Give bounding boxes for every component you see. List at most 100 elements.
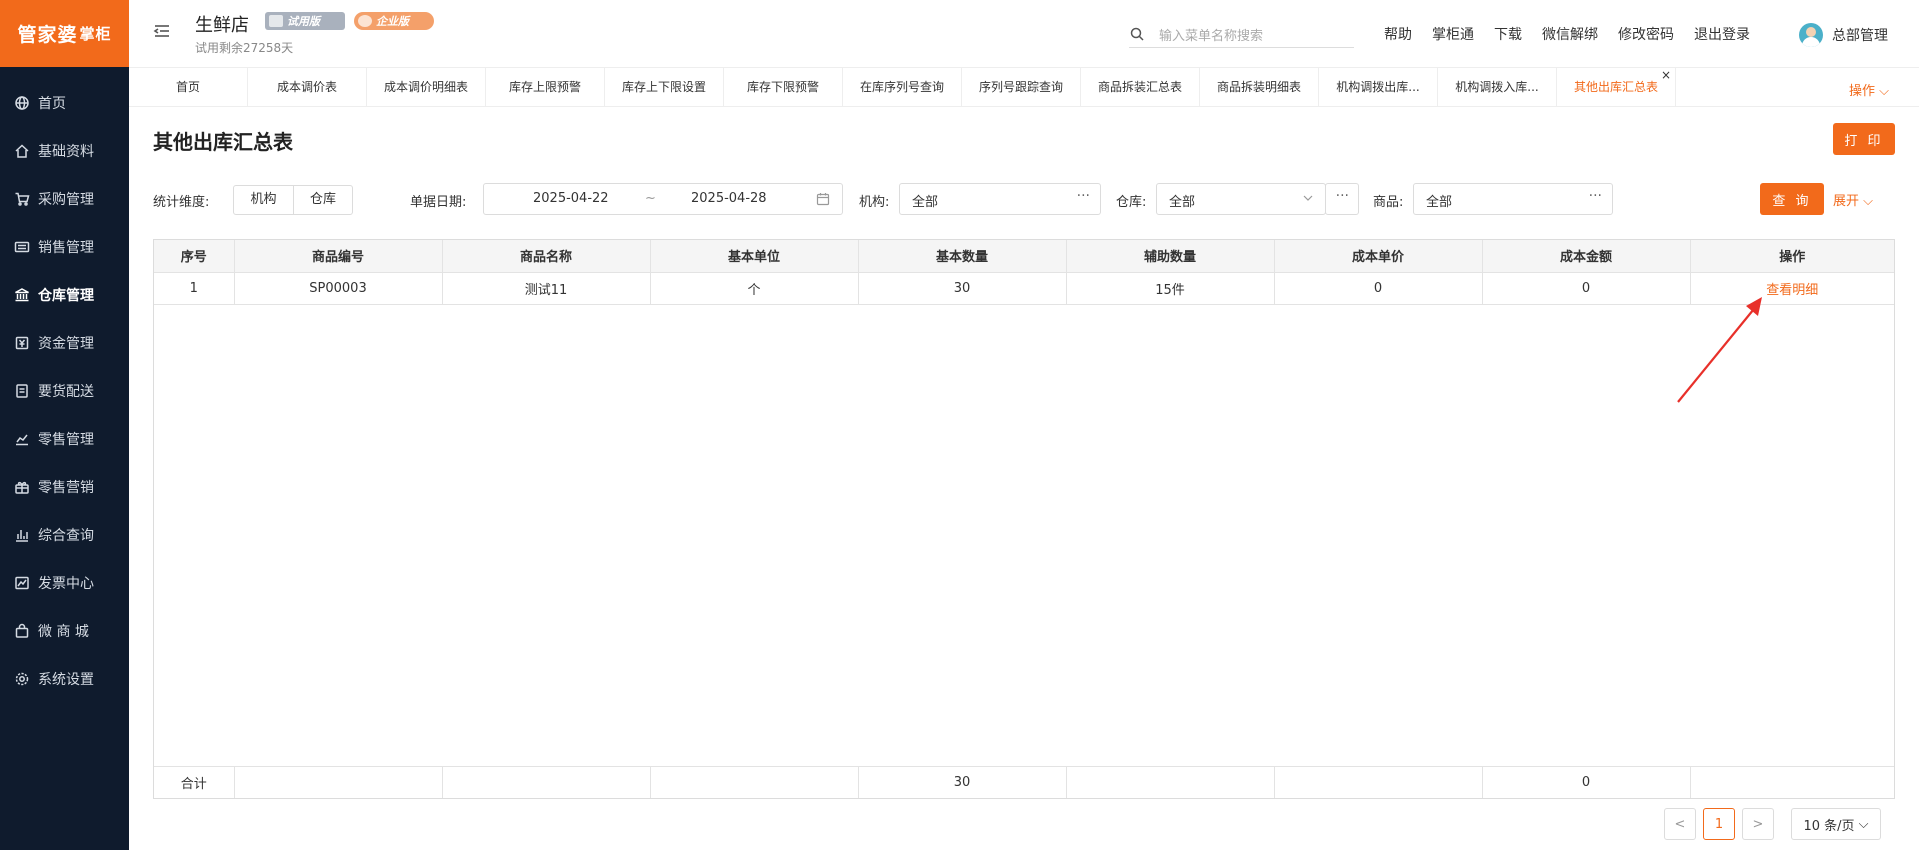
more-icon[interactable]: ··· xyxy=(1077,188,1090,204)
pagination-page-1[interactable]: 1 xyxy=(1703,808,1735,840)
sidebar-item[interactable]: 发票中心 xyxy=(0,559,129,607)
tab[interactable]: 首页 xyxy=(129,68,248,107)
column-header: 序号 xyxy=(154,240,235,273)
column-header: 商品名称 xyxy=(442,240,651,273)
sidebar-item[interactable]: 零售管理 xyxy=(0,415,129,463)
page-size-label: 10 条/页 xyxy=(1803,818,1855,834)
close-icon[interactable]: × xyxy=(1661,56,1671,95)
dimension-option-warehouse[interactable]: 仓库 xyxy=(293,186,352,214)
sidebar-item[interactable]: 仓库管理 xyxy=(0,271,129,319)
dimension-toggle: 机构 仓库 xyxy=(233,185,353,215)
bag-icon xyxy=(14,623,30,639)
sidebar-item-label: 销售管理 xyxy=(38,240,94,256)
menu-search-input[interactable] xyxy=(1159,24,1349,46)
trend-icon xyxy=(14,575,30,591)
expand-filters-link[interactable]: 展开 ⌵ xyxy=(1833,190,1873,209)
logo-sub: 掌柜 xyxy=(79,25,112,43)
annotation-arrow-icon xyxy=(1677,297,1762,403)
summary-cell xyxy=(1274,765,1483,798)
header-link[interactable]: 修改密码 xyxy=(1618,24,1674,44)
sidebar-item[interactable]: 要货配送 xyxy=(0,367,129,415)
sidebar-item[interactable]: 基础资料 xyxy=(0,127,129,175)
table-cell: 0 xyxy=(1482,272,1691,305)
tab[interactable]: 其他出库汇总表 × xyxy=(1557,68,1676,107)
tab[interactable]: 机构调拨入库... xyxy=(1438,68,1557,107)
chevron-down-icon: ⌵ xyxy=(1859,194,1874,209)
page-size-select[interactable]: 10 条/页 ⌵ xyxy=(1791,808,1881,840)
date-to[interactable]: 2025-04-28 xyxy=(691,191,767,206)
table-cell: SP00003 xyxy=(234,272,443,305)
warehouse-more-button[interactable]: ··· xyxy=(1325,183,1359,215)
sidebar-item-label: 基础资料 xyxy=(38,144,94,160)
tab-label: 序列号跟踪查询 xyxy=(978,80,1063,94)
globe-icon xyxy=(14,95,30,111)
brand-logo[interactable]: 管家婆 掌柜 xyxy=(0,0,129,67)
more-icon: ··· xyxy=(1335,188,1349,204)
column-header: 商品编号 xyxy=(234,240,443,273)
sidebar-item-label: 采购管理 xyxy=(38,192,94,208)
tab[interactable]: 成本调价明细表 xyxy=(367,68,486,107)
tab[interactable]: 商品拆装明细表 xyxy=(1200,68,1319,107)
date-label: 单据日期: xyxy=(410,195,467,210)
sidebar-item-label: 要货配送 xyxy=(38,384,94,400)
date-range-picker[interactable]: 2025-04-22 ~ 2025-04-28 xyxy=(483,183,843,215)
warehouse-select[interactable]: 全部 xyxy=(1156,183,1326,215)
tab-operations-dropdown[interactable]: 操作 ⌵ xyxy=(1849,80,1889,99)
tab[interactable]: 库存上限预警 xyxy=(486,68,605,107)
bars-icon xyxy=(14,527,30,543)
sidebar-item[interactable]: 资金管理 xyxy=(0,319,129,367)
header-link[interactable]: 退出登录 xyxy=(1694,24,1750,44)
page-title: 其他出库汇总表 xyxy=(153,130,293,154)
gift-icon xyxy=(14,479,30,495)
table-row: 1 SP00003 测试11 个 30 15件 0 0 查看明细 xyxy=(154,272,1894,305)
tab-label: 成本调价明细表 xyxy=(383,80,468,94)
dimension-option-org[interactable]: 机构 xyxy=(234,186,293,214)
user-menu[interactable]: 总部管理 xyxy=(1799,23,1888,47)
tab-label: 库存上限预警 xyxy=(508,80,581,94)
tab[interactable]: 商品拆装汇总表 xyxy=(1081,68,1200,107)
sidebar-item-label: 零售管理 xyxy=(38,432,94,448)
sidebar-item[interactable]: 首页 xyxy=(0,79,129,127)
tab[interactable]: 在库序列号查询 xyxy=(843,68,962,107)
tab[interactable]: 库存下限预警 xyxy=(724,68,843,107)
sidebar-item[interactable]: 采购管理 xyxy=(0,175,129,223)
header-link[interactable]: 掌柜通 xyxy=(1432,24,1474,44)
tab[interactable]: 库存上下限设置 xyxy=(605,68,724,107)
calendar-icon xyxy=(816,193,830,206)
pagination-next-button[interactable]: > xyxy=(1742,808,1774,840)
column-header: 成本单价 xyxy=(1274,240,1483,273)
sidebar-item[interactable]: 销售管理 xyxy=(0,223,129,271)
sidebar-item-label: 资金管理 xyxy=(38,336,94,352)
shop-name: 生鲜店 xyxy=(195,15,249,36)
trial-badge: 试用版 xyxy=(265,12,345,30)
chevron-down-icon: ⌵ xyxy=(1854,816,1869,832)
org-select[interactable]: 全部 ··· xyxy=(899,183,1101,215)
product-select[interactable]: 全部 ··· xyxy=(1413,183,1613,215)
header-link[interactable]: 帮助 xyxy=(1384,24,1412,44)
sidebar: 管家婆 掌柜 首页基础资料采购管理销售管理仓库管理资金管理要货配送零售管理零售营… xyxy=(0,0,129,850)
org-value: 全部 xyxy=(912,195,939,210)
summary-cell xyxy=(1066,765,1275,798)
tab-label: 机构调拨入库... xyxy=(1455,80,1539,94)
header-link[interactable]: 下载 xyxy=(1494,24,1522,44)
menu-toggle-icon[interactable] xyxy=(153,22,171,40)
tab[interactable]: 机构调拨出库... xyxy=(1319,68,1438,107)
sidebar-item-label: 系统设置 xyxy=(38,672,94,688)
print-button[interactable]: 打 印 xyxy=(1833,123,1895,155)
tab[interactable]: 序列号跟踪查询 xyxy=(962,68,1081,107)
sidebar-item[interactable]: 系统设置 xyxy=(0,655,129,703)
sidebar-item[interactable]: 微 商 城 xyxy=(0,607,129,655)
sidebar-item[interactable]: 综合查询 xyxy=(0,511,129,559)
tab-label: 商品拆装汇总表 xyxy=(1097,80,1182,94)
query-button[interactable]: 查 询 xyxy=(1760,183,1824,215)
pagination-prev-button[interactable]: < xyxy=(1664,808,1696,840)
top-links: 帮助 掌柜通 下载 微信解绑 修改密码 退出登录 xyxy=(1384,24,1770,44)
header-link[interactable]: 微信解绑 xyxy=(1542,24,1598,44)
column-header: 基本单位 xyxy=(650,240,859,273)
tab-label: 其他出库汇总表 xyxy=(1573,80,1658,94)
sidebar-item[interactable]: 零售营销 xyxy=(0,463,129,511)
more-icon[interactable]: ··· xyxy=(1589,188,1602,204)
tab[interactable]: 成本调价表 xyxy=(248,68,367,107)
date-from[interactable]: 2025-04-22 xyxy=(533,191,609,206)
warehouse-label: 仓库: xyxy=(1116,195,1147,210)
